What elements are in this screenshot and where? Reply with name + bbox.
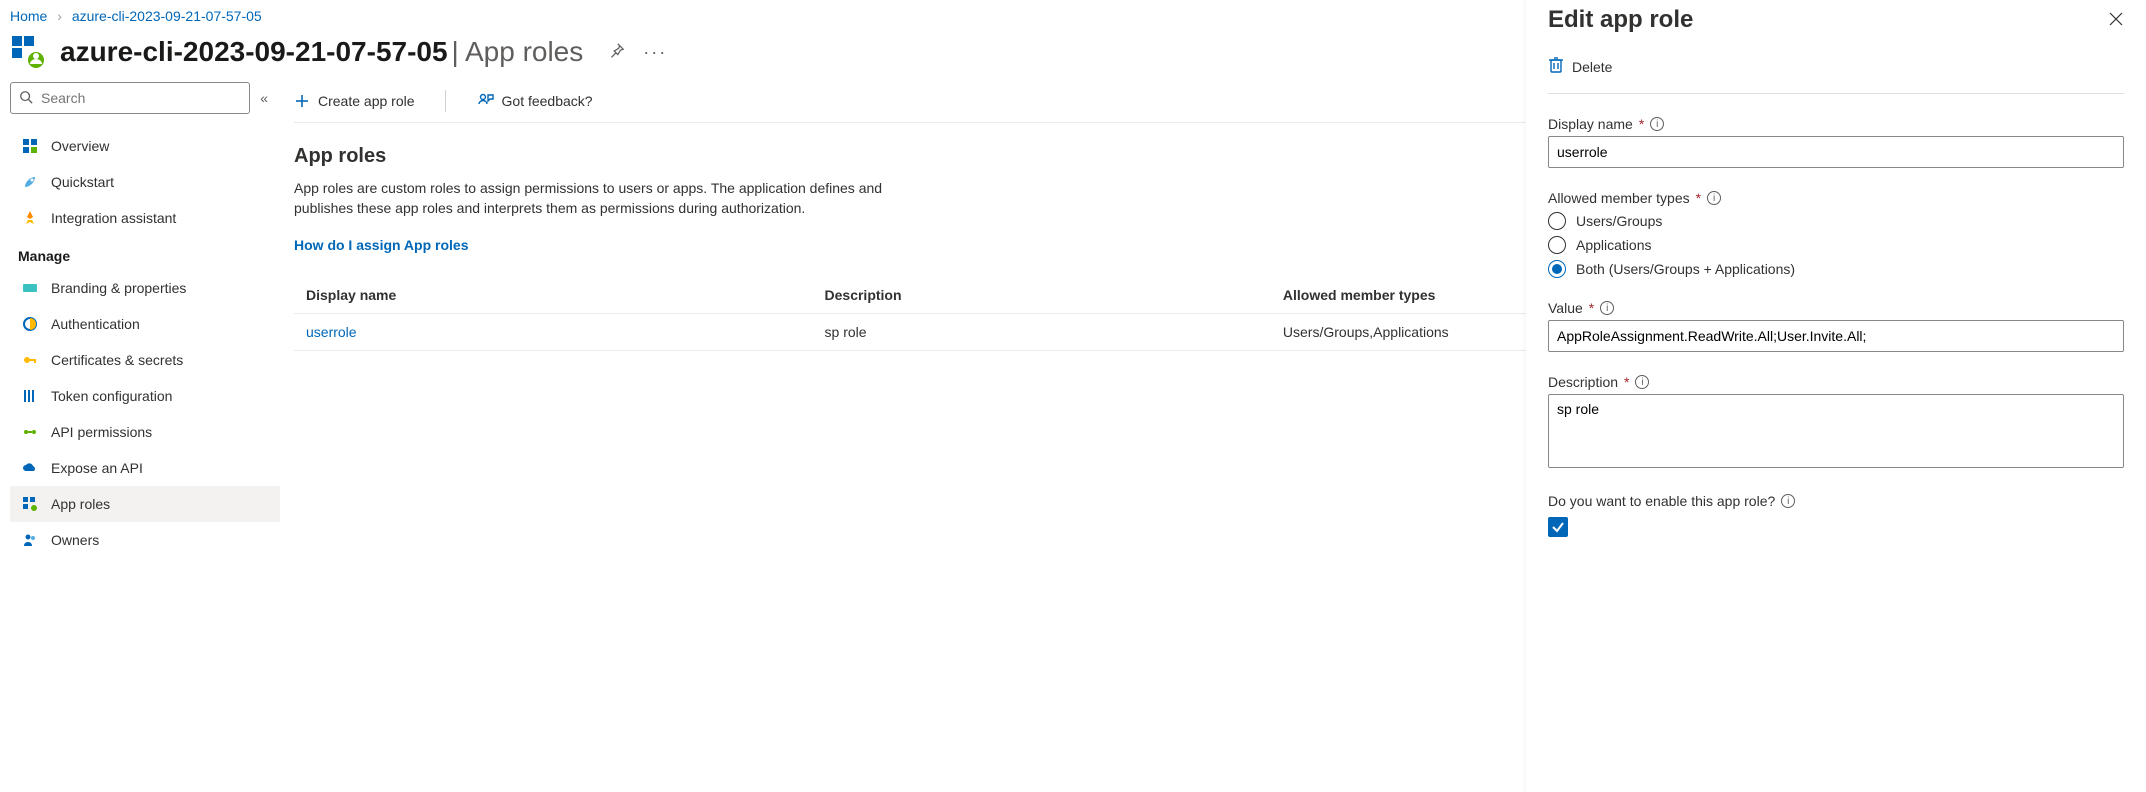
search-input[interactable] [41,90,241,106]
description-input[interactable] [1548,394,2124,468]
col-display-name[interactable]: Display name [294,277,813,314]
sidebar-item-label: Overview [51,138,109,154]
search-box[interactable] [10,82,250,114]
info-icon[interactable]: i [1707,191,1721,205]
sidebar-item-label: Expose an API [51,460,143,476]
info-icon[interactable]: i [1635,375,1649,389]
radio-label: Both (Users/Groups + Applications) [1576,261,1795,277]
value-input[interactable] [1548,320,2124,352]
sidebar-item-expose-api[interactable]: Expose an API [10,450,280,486]
page-title-name: azure-cli-2023-09-21-07-57-05 [60,36,448,67]
sidebar-item-label: Authentication [51,316,140,332]
pin-icon[interactable] [607,42,625,63]
chevron-right-icon: › [57,8,62,24]
rocket-icon [21,210,39,226]
section-description: App roles are custom roles to assign per… [294,178,934,219]
app-registration-icon [10,34,46,70]
row-display-name[interactable]: userrole [294,313,813,350]
info-icon[interactable]: i [1650,117,1664,131]
sidebar-item-quickstart[interactable]: Quickstart [10,164,280,200]
api-permissions-icon [21,424,39,440]
sidebar-item-authentication[interactable]: Authentication [10,306,280,342]
sidebar-item-certificates[interactable]: Certificates & secrets [10,342,280,378]
required-icon: * [1696,190,1701,206]
radio-label: Applications [1576,237,1652,253]
sidebar-item-app-roles[interactable]: App roles [10,486,280,522]
sidebar: « Overview Quickstart Integration assist… [0,82,280,558]
delete-button[interactable]: Delete [1548,56,2124,94]
panel-title: Edit app role [1548,6,1693,34]
sidebar-item-label: Integration assistant [51,210,176,226]
sidebar-item-label: Quickstart [51,174,114,190]
sidebar-item-label: Token configuration [51,388,172,404]
enable-checkbox[interactable] [1548,517,1568,537]
trash-icon [1548,56,1564,77]
radio-both[interactable]: Both (Users/Groups + Applications) [1548,260,2124,278]
sidebar-item-label: Owners [51,532,99,548]
sidebar-section-manage: Manage [10,236,280,270]
key-icon [21,352,39,368]
collapse-sidebar-icon[interactable]: « [260,90,268,106]
sidebar-item-integration-assistant[interactable]: Integration assistant [10,200,280,236]
cloud-icon [21,460,39,476]
overview-icon [21,138,39,154]
app-roles-icon [21,496,39,512]
more-icon[interactable]: ··· [643,42,667,63]
toolbar-separator [445,90,446,112]
sidebar-item-label: Certificates & secrets [51,352,183,368]
sidebar-item-label: Branding & properties [51,280,186,296]
description-label: Description [1548,374,1618,390]
quickstart-icon [21,174,39,190]
required-icon: * [1639,116,1644,132]
sidebar-item-label: App roles [51,496,110,512]
close-button[interactable] [2108,11,2124,30]
feedback-icon [476,92,494,110]
search-icon [19,90,33,107]
sidebar-item-branding[interactable]: Branding & properties [10,270,280,306]
required-icon: * [1624,374,1629,390]
delete-label: Delete [1572,59,1612,75]
sidebar-item-overview[interactable]: Overview [10,128,280,164]
sidebar-item-owners[interactable]: Owners [10,522,280,558]
feedback-button[interactable]: Got feedback? [476,92,593,110]
sidebar-item-label: API permissions [51,424,152,440]
info-icon[interactable]: i [1600,301,1614,315]
col-description[interactable]: Description [813,277,1271,314]
breadcrumb-home[interactable]: Home [10,8,47,24]
sidebar-item-api-permissions[interactable]: API permissions [10,414,280,450]
toolbar-label: Got feedback? [502,93,593,109]
radio-applications[interactable]: Applications [1548,236,2124,254]
row-description: sp role [813,313,1271,350]
required-icon: * [1589,300,1594,316]
owners-icon [21,532,39,548]
token-icon [21,388,39,404]
assign-roles-link[interactable]: How do I assign App roles [294,237,469,253]
display-name-label: Display name [1548,116,1633,132]
radio-label: Users/Groups [1576,213,1662,229]
toolbar-label: Create app role [318,93,415,109]
info-icon[interactable]: i [1781,494,1795,508]
authentication-icon [21,316,39,332]
plus-icon [294,93,310,109]
radio-users-groups[interactable]: Users/Groups [1548,212,2124,230]
allowed-types-label: Allowed member types [1548,190,1690,206]
breadcrumb-current[interactable]: azure-cli-2023-09-21-07-57-05 [72,8,262,24]
enable-label: Do you want to enable this app role? [1548,493,1775,509]
branding-icon [21,280,39,296]
display-name-input[interactable] [1548,136,2124,168]
page-title-section: | App roles [451,36,583,67]
sidebar-item-token-config[interactable]: Token configuration [10,378,280,414]
edit-app-role-panel: Edit app role Delete Display name * i Al… [1526,0,2146,792]
create-app-role-button[interactable]: Create app role [294,93,415,109]
value-label: Value [1548,300,1583,316]
